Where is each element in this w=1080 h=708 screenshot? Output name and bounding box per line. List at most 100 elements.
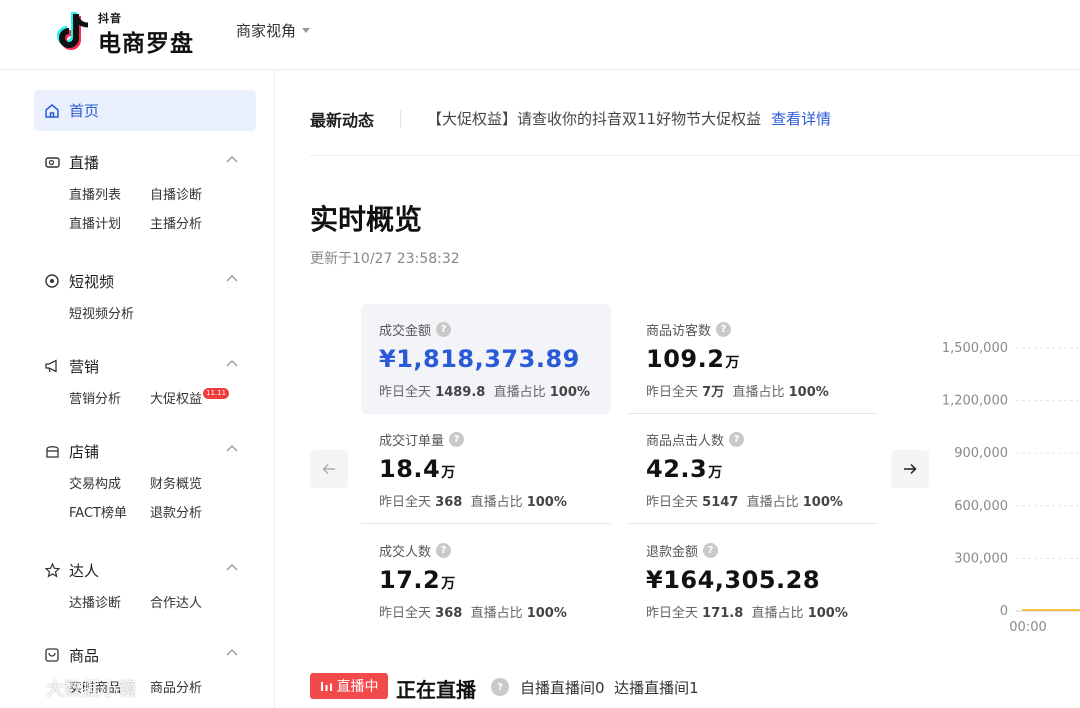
help-icon[interactable]: ? — [716, 322, 732, 337]
sidebar-section-live-header[interactable]: 直播 — [44, 150, 244, 174]
metric-label: 退款金额 — [646, 545, 699, 560]
sidebar-item-live-plan[interactable]: 直播计划 — [69, 213, 150, 232]
sidebar-item-live-list[interactable]: 直播列表 — [69, 184, 150, 203]
yesterday-value: 171.8 — [702, 606, 744, 621]
view-switch-dropdown[interactable]: 商家视角 — [236, 20, 311, 41]
metric-value: 42.3 — [646, 455, 708, 483]
star-icon — [44, 562, 60, 578]
live-share-label: 直播占比 — [751, 606, 804, 621]
metric-card-buyers[interactable]: 成交人数? 17.2万 昨日全天 368 直播占比 100% — [361, 525, 611, 635]
live-status-badge: 直播中 — [310, 673, 388, 699]
update-timestamp: 更新于10/27 23:58:32 — [310, 251, 460, 267]
live-share-value: 100% — [807, 606, 848, 621]
metric-label: 商品访客数 — [646, 324, 712, 339]
sidebar-section-live: 直播 直播列表 自播诊断 直播计划 主播分析 — [44, 150, 244, 232]
chevron-up-icon — [226, 156, 238, 163]
view-details-link[interactable]: 查看详情 — [771, 108, 831, 129]
sidebar-item-product-analysis[interactable]: 商品分析 — [150, 677, 231, 696]
sidebar-item-video-analysis[interactable]: 短视频分析 — [69, 303, 150, 322]
sidebar-section-marketing: 营销 营销分析 大促权益 11.11 — [44, 354, 244, 407]
view-switch-label: 商家视角 — [236, 22, 297, 40]
sidebar-item-trade-composition[interactable]: 交易构成 — [69, 473, 150, 492]
metric-label: 商品点击人数 — [646, 434, 725, 449]
live-share-label: 直播占比 — [470, 495, 523, 510]
metric-label: 成交金额 — [379, 324, 432, 339]
live-share-value: 100% — [526, 606, 567, 621]
live-share-value: 100% — [526, 495, 567, 510]
sidebar-section-live-title: 直播 — [69, 153, 100, 172]
sidebar-item-marketing-analysis[interactable]: 营销分析 — [69, 388, 150, 407]
talent-live-label: 达播直播间 — [614, 679, 690, 697]
live-share-value: 100% — [788, 385, 829, 400]
chart-y-tick-label: 900,000 — [954, 446, 1008, 461]
sidebar-item-partner-talent[interactable]: 合作达人 — [150, 592, 231, 611]
yesterday-label: 昨日全天 — [646, 606, 699, 621]
metric-unit: 万 — [725, 355, 740, 371]
latest-news-bar: 最新动态 【大促权益】请查收你的抖音双11好物节大促权益 查看详情 — [310, 98, 1080, 156]
sidebar-section-video: 短视频 短视频分析 — [44, 269, 244, 322]
sidebar-item-talent-diagnosis[interactable]: 达播诊断 — [69, 592, 150, 611]
chart-y-tick-label: 1,200,000 — [942, 394, 1008, 409]
help-icon[interactable]: ? — [436, 322, 452, 337]
sidebar-item-home-label: 首页 — [69, 102, 100, 120]
sidebar-item-promotion-rights[interactable]: 大促权益 11.11 — [150, 388, 231, 407]
help-icon[interactable]: ? — [449, 432, 465, 447]
live-share-label: 直播占比 — [470, 606, 523, 621]
help-icon[interactable]: ? — [729, 432, 745, 447]
product-box-icon — [44, 647, 60, 663]
app-logo[interactable]: 抖音 电商罗盘 — [54, 10, 204, 60]
home-icon — [45, 103, 59, 118]
sidebar-section-store-header[interactable]: 店铺 — [44, 439, 244, 463]
metric-card-refund-amount[interactable]: 退款金额? ¥164,305.28 昨日全天 171.8 直播占比 100% — [628, 525, 878, 635]
yesterday-label: 昨日全天 — [646, 385, 699, 400]
sidebar-section-marketing-header[interactable]: 营销 — [44, 354, 244, 378]
sidebar-section-talent-header[interactable]: 达人 — [44, 558, 244, 582]
chevron-up-icon — [226, 445, 238, 452]
watermark-logo-icon — [9, 679, 40, 698]
live-share-value: 100% — [549, 385, 590, 400]
chevron-up-icon — [226, 275, 238, 282]
carousel-next-button[interactable] — [891, 450, 929, 488]
yesterday-label: 昨日全天 — [379, 606, 432, 621]
live-room-stats: 自播直播间0 达播直播间1 — [520, 677, 699, 698]
sidebar-item-home[interactable]: 首页 — [34, 90, 256, 131]
live-now-title: 正在直播 — [396, 678, 476, 702]
live-share-label: 直播占比 — [732, 385, 785, 400]
sidebar-item-fact-ranking[interactable]: FACT榜单 — [69, 502, 150, 521]
sidebar-section-video-header[interactable]: 短视频 — [44, 269, 244, 293]
chevron-up-icon — [226, 360, 238, 367]
logo-title: 电商罗盘 — [98, 31, 194, 57]
metric-card-orders[interactable]: 成交订单量? 18.4万 昨日全天 368 直播占比 100% — [361, 414, 611, 524]
live-share-label: 直播占比 — [746, 495, 799, 510]
sidebar-item-finance-overview[interactable]: 财务概览 — [150, 473, 231, 492]
metric-card-product-clicks[interactable]: 商品点击人数? 42.3万 昨日全天 5147 直播占比 100% — [628, 414, 878, 524]
arrow-right-icon — [904, 463, 917, 475]
metric-card-gmv[interactable]: 成交金额? ¥1,818,373.89 昨日全天 1489.8 直播占比 100… — [361, 304, 611, 414]
tiktok-logo-icon — [57, 12, 89, 50]
megaphone-icon — [44, 358, 60, 374]
play-circle-icon — [44, 273, 60, 289]
top-header: 抖音 电商罗盘 商家视角 — [0, 0, 1080, 70]
yesterday-label: 昨日全天 — [646, 495, 699, 510]
metric-label: 成交订单量 — [379, 434, 445, 449]
help-icon[interactable]: ? — [491, 678, 509, 696]
help-icon[interactable]: ? — [436, 543, 452, 558]
sidebar-section-product-header[interactable]: 商品 — [44, 643, 244, 667]
sidebar-item-self-live-diagnosis[interactable]: 自播诊断 — [150, 184, 231, 203]
help-icon[interactable]: ? — [703, 543, 719, 558]
metric-label: 成交人数 — [379, 545, 432, 560]
bars-icon — [320, 682, 332, 691]
live-status-label: 直播中 — [336, 679, 379, 695]
metric-card-product-visitors[interactable]: 商品访客数? 109.2万 昨日全天 7万 直播占比 100% — [628, 304, 878, 414]
metric-unit: 万 — [441, 576, 456, 592]
carousel-prev-button[interactable] — [310, 450, 348, 488]
metric-value: 17.2 — [379, 566, 441, 594]
chevron-up-icon — [226, 564, 238, 571]
metric-value: ¥164,305.28 — [646, 566, 821, 594]
sidebar: 首页 直播 直播列表 自播诊断 直播计划 主播分析 短视频 短视频分析 营销 营… — [0, 70, 275, 708]
latest-news-text: 【大促权益】请查收你的抖音双11好物节大促权益 — [427, 110, 762, 128]
sidebar-item-refund-analysis[interactable]: 退款分析 — [150, 502, 231, 521]
caret-down-icon — [302, 28, 311, 33]
page-title: 实时概览 — [310, 203, 423, 236]
sidebar-item-anchor-analysis[interactable]: 主播分析 — [150, 213, 231, 232]
